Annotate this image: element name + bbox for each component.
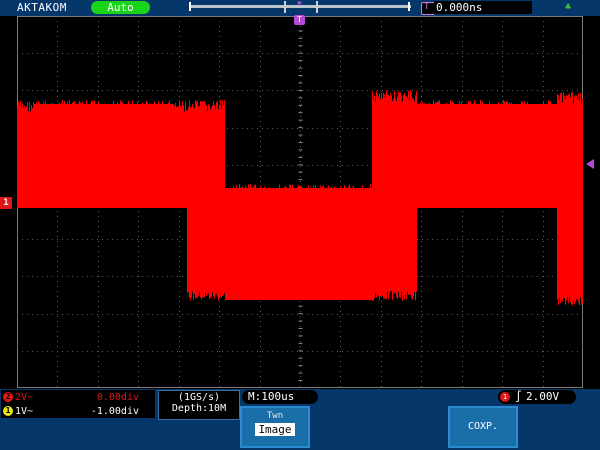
waveform-baseline <box>17 194 583 208</box>
run-status-icon: ♣ <box>565 2 572 13</box>
ch1-scale: 1V~ <box>15 406 34 417</box>
trigger-level-value: 2.00V <box>526 390 560 403</box>
memory-depth: Depth:10M <box>171 403 227 414</box>
waveform-canvas <box>17 16 583 388</box>
trigger-level-arrow-icon[interactable] <box>586 159 594 169</box>
ch2-scale: 2V~ <box>15 392 34 403</box>
memory-bar-right-edge <box>408 2 410 11</box>
sample-rate: (1GS/s) <box>177 392 221 403</box>
trigger-time-icon <box>421 2 435 15</box>
trigger-mode-badge[interactable]: Auto <box>91 1 150 14</box>
waveform-burst <box>417 104 557 206</box>
channel-info-panel: 2 2V~ 0.00div 1 1V~ -1.00div <box>1 390 155 418</box>
ch2-info-row: 2 2V~ 0.00div <box>1 391 155 404</box>
acquisition-info: (1GS/s) Depth:10M <box>158 390 240 420</box>
image-button-value: Image <box>255 423 295 436</box>
trigger-position-marker[interactable]: T <box>294 15 305 25</box>
top-status-bar: AKTAKOM Auto ▼ 0.000ns ♣ <box>0 0 600 16</box>
trigger-position-arrow-icon: ▼ <box>297 0 302 8</box>
memory-bar-left-edge <box>189 2 191 11</box>
timebase-readout: M:100us <box>242 390 318 404</box>
image-menu-button[interactable]: Twn Image <box>240 406 310 448</box>
image-button-caption: Twn <box>266 411 284 421</box>
ch1-info-row: 1 1V~ -1.00div <box>1 405 155 418</box>
trigger-info: 1 ∫ 2.00V <box>498 390 576 404</box>
ch2-offset: 0.00div <box>96 392 139 403</box>
rising-edge-icon: ∫ <box>515 390 522 403</box>
brand-label: AKTAKOM <box>17 1 67 14</box>
ch2-badge: 2 <box>3 392 13 402</box>
ch1-badge: 1 <box>3 406 13 416</box>
waveform-burst <box>34 104 174 196</box>
waveform-display[interactable] <box>17 16 583 388</box>
trigger-position-value: 0.000ns <box>434 1 532 14</box>
ch1-ground-marker[interactable]: 1 <box>0 197 12 209</box>
trigger-source-badge: 1 <box>500 392 510 402</box>
comp-menu-button[interactable]: COXP. <box>448 406 518 448</box>
ch1-offset: -1.00div <box>90 406 139 417</box>
